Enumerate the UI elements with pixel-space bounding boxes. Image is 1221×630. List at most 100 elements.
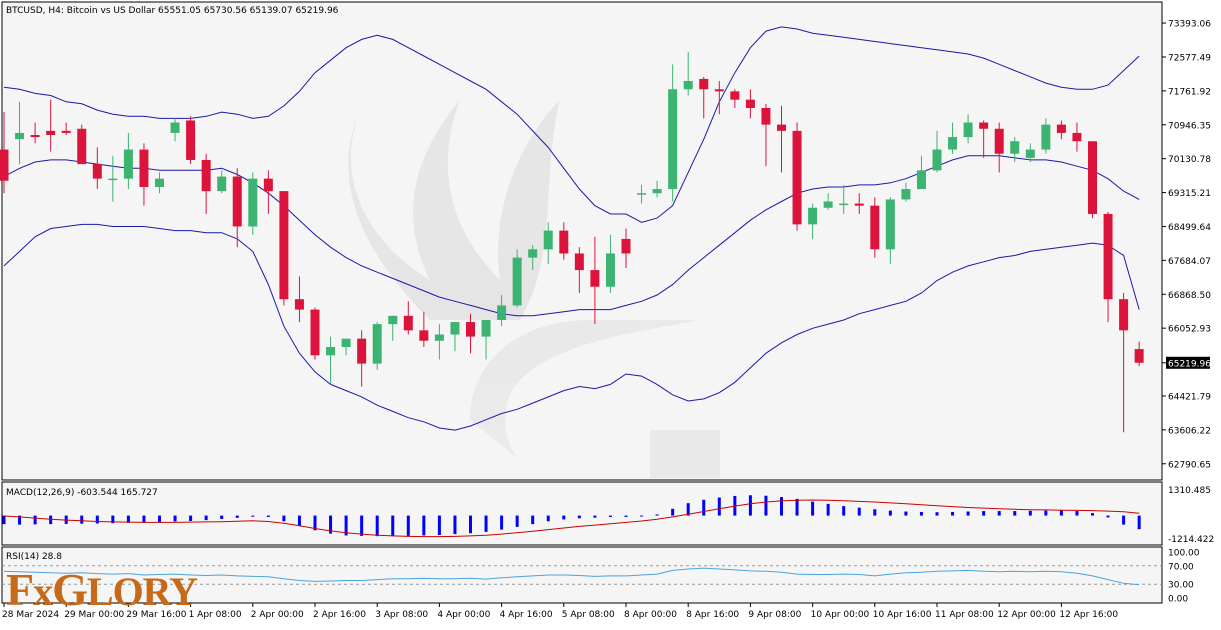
rsi-label: RSI(14) 28.8 [6,552,62,562]
candle-body [294,299,304,310]
macd-histogram-bar [500,515,504,530]
candle-body [870,205,880,250]
time-tick-label: 4 Apr 00:00 [437,610,490,620]
logo-letter-f: F [6,564,34,615]
candle-body [854,203,864,206]
candle-body [263,178,273,192]
candle-body [1103,213,1113,300]
chart-window: 73393.06 72577.49 71761.92 70946.35 70130.78… [0,0,1221,625]
candle-body [808,207,818,225]
candle-body [92,164,102,179]
candle-body [15,132,25,140]
candle-body [792,130,802,225]
rsi-tick-label: 30.00 [1168,581,1194,591]
macd-histogram-bar [608,515,612,517]
candle-body [77,128,87,165]
candle-body [357,338,367,364]
price-tick-label: 68499.64 [1168,223,1211,233]
time-tick-label: 2 Apr 00:00 [251,610,304,620]
candle-body [730,91,740,100]
macd-top-tick: 1310.485 [1168,486,1211,496]
candle-body [497,305,507,320]
macd-histogram-bar [235,515,239,518]
macd-histogram-bar [173,515,177,522]
candle-body [108,178,118,181]
candle-body [139,149,149,187]
price-tick-label: 71761.92 [1168,87,1211,97]
macd-histogram-bar [562,515,566,520]
candle-body [1119,299,1129,331]
logo-letter-x: x [33,569,53,614]
candle-body [434,334,444,341]
candle-body [683,80,693,90]
candle-body [450,322,460,335]
candle-body [201,159,211,192]
macd-histogram-bar [515,515,519,527]
candle-body [310,309,320,356]
macd-bottom-tick: -1214.422 [1168,535,1214,545]
macd-histogram-bar [297,515,301,526]
macd-histogram-bar [437,515,441,535]
macd-histogram-bar [453,515,457,535]
macd-histogram-bar [1075,511,1079,516]
candle-body [823,201,833,208]
time-tick-label: 8 Apr 16:00 [686,610,739,620]
candle-body [481,319,491,337]
time-tick-label: 5 Apr 08:00 [562,610,615,620]
macd-histogram-bar [935,512,939,516]
time-tick-label: 10 Apr 16:00 [873,610,932,620]
candle-body [668,89,678,190]
candle-body [1134,349,1144,363]
macd-histogram-bar [375,515,379,537]
candle-body [123,149,133,179]
time-tick-label: 9 Apr 08:00 [748,610,801,620]
macd-label: MACD(12,26,9) -603.544 165.727 [6,488,158,498]
macd-histogram-bar [33,515,37,525]
candle-body [372,324,382,364]
macd-histogram-bar [919,511,923,516]
candle-body [1088,141,1097,214]
macd-histogram-bar [795,498,799,516]
macd-histogram-bar [904,511,908,516]
candle-body [326,346,336,356]
candle-body [916,170,926,190]
candle-body [528,249,538,258]
macd-histogram-bar [1013,511,1017,516]
candle-body [559,230,569,254]
candle-body [963,122,973,138]
macd-histogram-bar [266,515,270,517]
candle-body [994,128,1004,154]
candle-body [885,199,895,250]
candle-body [1010,141,1020,154]
candle-body [777,124,786,131]
candle-body [155,178,164,187]
candle-body [699,78,709,90]
macd-histogram-bar [997,511,1001,516]
price-tick-label: 70946.35 [1168,121,1211,131]
macd-histogram-bar [204,515,208,521]
price-tick-label: 64421.79 [1168,392,1211,402]
candle-body [0,149,9,181]
candle-body [901,189,911,200]
price-tick-label: 72577.49 [1168,53,1211,63]
macd-histogram-bar [251,515,255,517]
macd-histogram-bar [142,515,146,523]
chart-svg[interactable]: 73393.06 72577.49 71761.92 70946.35 70130.78… [0,0,1221,625]
macd-histogram-bar [1044,510,1048,516]
candle-body [388,315,398,325]
macd-histogram-bar [577,515,581,519]
macd-histogram-bar [982,511,986,516]
candle-body [932,149,942,171]
macd-histogram-bar [857,507,861,516]
price-tick-label: 66052.93 [1168,325,1211,335]
logo-letter-g: G [52,564,88,615]
candle-body [621,238,631,254]
price-tick-label: 73393.06 [1168,20,1211,30]
candle-body [714,89,724,92]
macd-histogram-bar [391,515,395,537]
candle-body [419,330,429,341]
macd-histogram-bar [95,515,99,524]
candle-body [186,120,196,160]
candle-body [839,203,849,206]
candle-body [46,130,56,136]
